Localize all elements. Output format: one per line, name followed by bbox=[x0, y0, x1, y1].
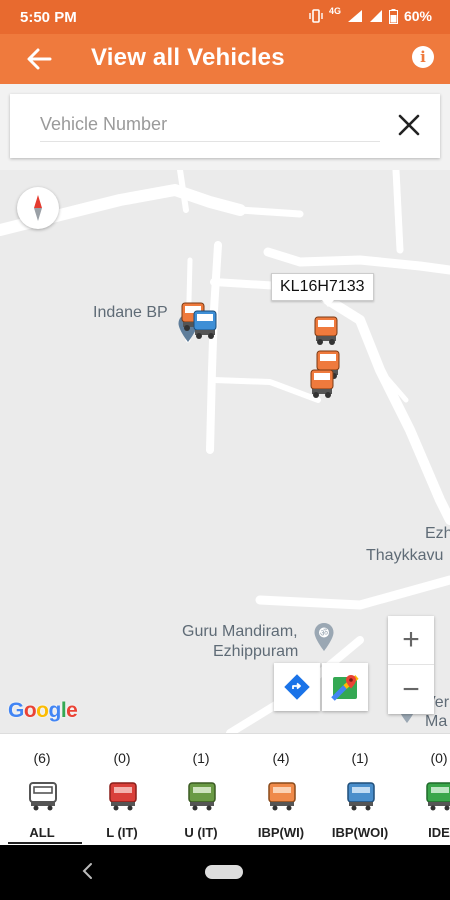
truck-marker-orange[interactable] bbox=[313, 316, 339, 346]
close-icon bbox=[398, 114, 420, 136]
signal-icon bbox=[347, 10, 362, 22]
truck-orange-icon bbox=[268, 782, 296, 811]
filter-count: (0) bbox=[113, 750, 131, 766]
truck-green-icon bbox=[188, 782, 216, 811]
filter-u-it[interactable]: (1) U (IT) bbox=[161, 734, 241, 845]
battery-percent: 60% bbox=[403, 8, 432, 24]
directions-icon bbox=[284, 674, 310, 700]
network-type: 4G bbox=[328, 6, 341, 16]
filter-label: L (IT) bbox=[106, 825, 138, 840]
filter-label: U (IT) bbox=[184, 825, 218, 840]
search-card bbox=[10, 94, 440, 158]
filter-ibp-woi[interactable]: (1) IBP(WOI) bbox=[320, 734, 400, 845]
filter-label: IBP(WI) bbox=[257, 825, 305, 840]
svg-text:ॐ: ॐ bbox=[320, 628, 328, 639]
zoom-in-button[interactable]: + bbox=[388, 616, 434, 665]
info-icon[interactable]: i bbox=[412, 46, 434, 68]
system-nav-bar bbox=[0, 845, 450, 900]
vehicle-number-label: KL16H7133 bbox=[280, 278, 365, 295]
place-label: Ezh bbox=[425, 525, 450, 542]
filter-count: (4) bbox=[272, 750, 290, 766]
filter-label: ALL bbox=[29, 825, 55, 840]
vehicle-callout[interactable]: KL16H7133 bbox=[271, 273, 374, 307]
directions-button[interactable] bbox=[274, 663, 320, 711]
google-attribution: Google bbox=[8, 699, 78, 722]
google-maps-icon bbox=[331, 675, 359, 701]
clear-search-button[interactable] bbox=[396, 112, 422, 138]
place-label: Guru Mandiram, bbox=[182, 623, 298, 640]
map-view[interactable]: Indane BP Ezh Thaykkavu Guru Mandiram, E… bbox=[0, 170, 450, 733]
battery-icon bbox=[388, 8, 398, 24]
wifi-icon bbox=[369, 10, 382, 22]
vibrate-icon bbox=[309, 9, 323, 23]
compass-icon bbox=[34, 195, 42, 221]
place-label: Ma bbox=[425, 713, 448, 730]
nav-home-icon[interactable] bbox=[205, 865, 243, 879]
truck-gray-icon bbox=[29, 782, 57, 811]
arrow-left-icon bbox=[27, 48, 52, 70]
place-label: Thaykkavu bbox=[366, 547, 444, 564]
page-title: View all Vehicles bbox=[91, 44, 285, 71]
truck-blue-icon bbox=[347, 782, 375, 811]
zoom-out-button[interactable]: − bbox=[388, 665, 434, 714]
filter-count: (0) bbox=[430, 750, 448, 766]
filter-all[interactable]: (6) ALL bbox=[2, 734, 82, 845]
compass-button[interactable] bbox=[17, 187, 59, 229]
app-bar: View all Vehicles i bbox=[0, 34, 450, 84]
temple-pin-icon[interactable]: ॐ bbox=[313, 622, 335, 652]
filter-count: (1) bbox=[192, 750, 210, 766]
vehicle-number-input[interactable] bbox=[40, 108, 380, 142]
truck-green-icon bbox=[426, 782, 450, 811]
place-label: Indane BP bbox=[93, 304, 168, 321]
status-bar: 5:50 PM 4G 60% bbox=[0, 0, 450, 34]
nav-back-icon[interactable] bbox=[79, 861, 95, 881]
truck-marker-orange[interactable] bbox=[309, 369, 335, 399]
selected-indicator bbox=[8, 842, 82, 844]
search-area bbox=[0, 84, 450, 170]
truck-marker-blue[interactable] bbox=[192, 310, 218, 340]
filter-count: (1) bbox=[351, 750, 369, 766]
filter-label: IBP(WOI) bbox=[331, 825, 389, 840]
zoom-controls: + − bbox=[388, 616, 434, 714]
filter-label: IDE bbox=[428, 825, 450, 840]
open-in-maps-button[interactable] bbox=[322, 663, 368, 711]
vehicle-filter-bar: (6) ALL (0) L (IT) (1) U (IT) (4) IBP(WI… bbox=[0, 733, 450, 845]
status-icons: 4G 60% bbox=[309, 6, 432, 24]
place-label: Ezhippuram bbox=[213, 643, 299, 660]
filter-count: (6) bbox=[33, 750, 51, 766]
filter-ide[interactable]: (0) IDE bbox=[399, 734, 450, 845]
truck-red-icon bbox=[109, 782, 137, 811]
filter-l-it[interactable]: (0) L (IT) bbox=[82, 734, 162, 845]
back-button[interactable] bbox=[22, 44, 56, 74]
status-time: 5:50 PM bbox=[20, 9, 77, 26]
filter-ibp-wi[interactable]: (4) IBP(WI) bbox=[241, 734, 321, 845]
